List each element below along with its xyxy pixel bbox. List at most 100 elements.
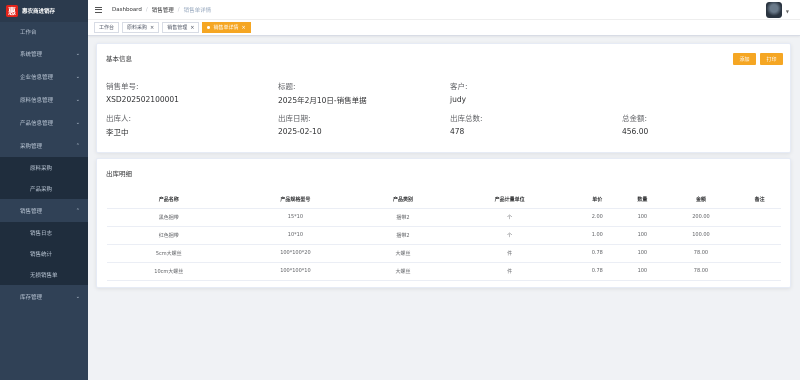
table-cell: 件 bbox=[445, 244, 574, 263]
table-row: 10cm大螺丝 100*100*10 大螺丝 件 0.78 100 78.00 bbox=[107, 262, 781, 281]
tag-label: 原料采购 bbox=[127, 25, 148, 31]
sidebar-item-inventory[interactable]: 库存管理 ⌄ bbox=[0, 285, 88, 308]
tag-material-purchase[interactable]: 原料采购 × bbox=[122, 22, 160, 33]
table-cell: 捆带2 bbox=[360, 208, 446, 227]
brand[interactable]: 惠 惠农商进销存 bbox=[0, 0, 88, 22]
col-header: 备注 bbox=[738, 191, 781, 209]
caret-down-icon[interactable]: ▼ bbox=[786, 9, 789, 14]
sidebar-item-product[interactable]: 产品信息管理 ⌄ bbox=[0, 111, 88, 134]
brand-logo: 惠 bbox=[6, 5, 18, 17]
breadcrumb-current: 销售单详情 bbox=[183, 7, 212, 14]
table-cell: 2.00 bbox=[573, 208, 621, 227]
chevron-up-icon: ⌃ bbox=[75, 207, 80, 214]
sidebar-item-material[interactable]: 原料信息管理 ⌄ bbox=[0, 88, 88, 111]
sidebar-subitem-material-purchase[interactable]: 原料采购 bbox=[0, 157, 88, 178]
table-cell: 0.78 bbox=[573, 244, 621, 263]
breadcrumb-sales[interactable]: 销售管理 bbox=[152, 6, 174, 14]
table-cell: 5cm大螺丝 bbox=[107, 244, 231, 263]
table-cell: 个 bbox=[445, 208, 574, 227]
brand-name: 惠农商进销存 bbox=[22, 9, 56, 15]
sidebar-item-label: 产品采购 bbox=[30, 186, 53, 193]
info-title: 标题: 2025年2月10日-销售单据 bbox=[278, 81, 450, 106]
breadcrumb-dashboard[interactable]: Dashboard bbox=[112, 7, 142, 13]
col-header: 产品类别 bbox=[360, 191, 446, 209]
col-header: 数量 bbox=[621, 191, 664, 209]
col-header: 金额 bbox=[663, 191, 739, 209]
sidebar-item-workbench[interactable]: 工作台 bbox=[0, 22, 88, 42]
breadcrumb-separator: / bbox=[145, 6, 148, 13]
active-dot-icon bbox=[207, 26, 211, 29]
chevron-down-icon: ⌄ bbox=[75, 293, 80, 300]
col-header: 产品计量单位 bbox=[445, 191, 574, 209]
sidebar-item-label: 销售日志 bbox=[30, 230, 53, 237]
table-cell: 100.00 bbox=[663, 226, 739, 245]
chevron-down-icon: ⌄ bbox=[75, 96, 80, 103]
table-cell: 0.78 bbox=[573, 262, 621, 281]
table-row: 黑色捆带 15*10 捆带2 个 2.00 100 200.00 bbox=[107, 208, 781, 227]
table-header-row: 产品名称 产品规格型号 产品类别 产品计量单位 单价 数量 金额 备注 bbox=[107, 191, 781, 209]
sidebar-item-company[interactable]: 企业信息管理 ⌄ bbox=[0, 65, 88, 88]
close-icon[interactable]: × bbox=[190, 25, 194, 31]
sidebar-item-label: 采购管理 bbox=[20, 143, 43, 150]
sidebar-subitem-sales-log[interactable]: 销售日志 bbox=[0, 222, 88, 243]
chevron-down-icon: ⌄ bbox=[75, 73, 80, 80]
basic-info-grid: 销售单号: XSD202502100001 标题: 2025年2月10日-销售单… bbox=[106, 81, 786, 138]
sidebar-item-system[interactable]: 系统管理 ⌄ bbox=[0, 42, 88, 65]
sidebar-item-purchase[interactable]: 采购管理 ⌃ bbox=[0, 134, 88, 157]
add-button[interactable]: 添加 bbox=[733, 53, 756, 65]
detail-title: 出库明细 bbox=[106, 170, 132, 178]
tag-sales-management[interactable]: 销售管理 × bbox=[162, 22, 200, 33]
info-label: 出库总数: bbox=[450, 114, 483, 123]
table-cell: 1.00 bbox=[573, 226, 621, 245]
table-cell: 黑色捆带 bbox=[107, 208, 231, 227]
chevron-down-icon: ⌄ bbox=[75, 50, 80, 57]
info-empty bbox=[622, 81, 786, 106]
info-sales-no: 销售单号: XSD202502100001 bbox=[106, 81, 278, 106]
sidebar-item-sales[interactable]: 销售管理 ⌃ bbox=[0, 199, 88, 222]
table-cell: 100 bbox=[621, 208, 664, 227]
info-total-amount: 总金额: 456.00 bbox=[622, 113, 786, 138]
breadcrumb-separator: / bbox=[177, 6, 180, 13]
table-cell: 红色捆带 bbox=[107, 226, 231, 245]
print-button[interactable]: 打印 bbox=[760, 53, 783, 65]
table-cell: 200.00 bbox=[663, 208, 739, 227]
info-issue-date: 出库日期: 2025-02-10 bbox=[278, 113, 450, 138]
table-cell: 件 bbox=[445, 262, 574, 281]
table-cell: 100*100*10 bbox=[230, 262, 361, 281]
col-header: 产品规格型号 bbox=[230, 191, 361, 209]
info-value: judy bbox=[450, 95, 467, 104]
table-row: 红色捆带 10*10 捆带2 个 1.00 100 100.00 bbox=[107, 226, 781, 245]
breadcrumb: Dashboard / 销售管理 / 销售单详情 bbox=[112, 6, 211, 14]
tag-label: 销售管理 bbox=[167, 25, 188, 31]
sidebar-item-label: 工作台 bbox=[20, 30, 37, 36]
table-cell: 10*10 bbox=[230, 226, 361, 245]
sidebar-item-label: 库存管理 bbox=[20, 294, 43, 301]
close-icon[interactable]: × bbox=[241, 25, 245, 31]
info-value: 李卫中 bbox=[106, 128, 129, 137]
tag-label: 销售单详情 bbox=[213, 25, 239, 31]
close-icon[interactable]: × bbox=[150, 25, 154, 31]
avatar[interactable] bbox=[766, 2, 782, 18]
info-issuer: 出库人: 李卫中 bbox=[106, 113, 278, 138]
tag-workbench[interactable]: 工作台 bbox=[94, 22, 120, 33]
tag-sales-detail[interactable]: 销售单详情 × bbox=[202, 22, 251, 33]
sidebar-item-label: 无损销售单 bbox=[30, 272, 58, 279]
info-value: 2025年2月10日-销售单据 bbox=[278, 96, 367, 105]
info-label bbox=[622, 81, 786, 92]
sidebar-item-label: 原料采购 bbox=[30, 165, 53, 172]
sidebar-subitem-lossless-sales[interactable]: 无损销售单 bbox=[0, 264, 88, 285]
table-cell: 100 bbox=[621, 262, 664, 281]
table-row: 5cm大螺丝 100*100*20 大螺丝 件 0.78 100 78.00 bbox=[107, 244, 781, 263]
sidebar-subitem-product-purchase[interactable]: 产品采购 bbox=[0, 178, 88, 199]
chevron-up-icon: ⌃ bbox=[75, 142, 80, 149]
tags-view: 工作台 原料采购 × 销售管理 × 销售单详情 × bbox=[88, 20, 800, 36]
col-header: 单价 bbox=[573, 191, 621, 209]
info-value: 456.00 bbox=[622, 127, 649, 136]
sidebar-item-label: 销售管理 bbox=[20, 208, 43, 215]
info-total-qty: 出库总数: 478 bbox=[450, 113, 622, 138]
table-cell bbox=[738, 208, 781, 227]
sidebar-subitem-sales-stats[interactable]: 销售统计 bbox=[0, 243, 88, 264]
table-cell: 捆带2 bbox=[360, 226, 446, 245]
hamburger-icon[interactable] bbox=[95, 6, 102, 13]
detail-table: 产品名称 产品规格型号 产品类别 产品计量单位 单价 数量 金额 备注 黑色捆带… bbox=[107, 191, 781, 281]
